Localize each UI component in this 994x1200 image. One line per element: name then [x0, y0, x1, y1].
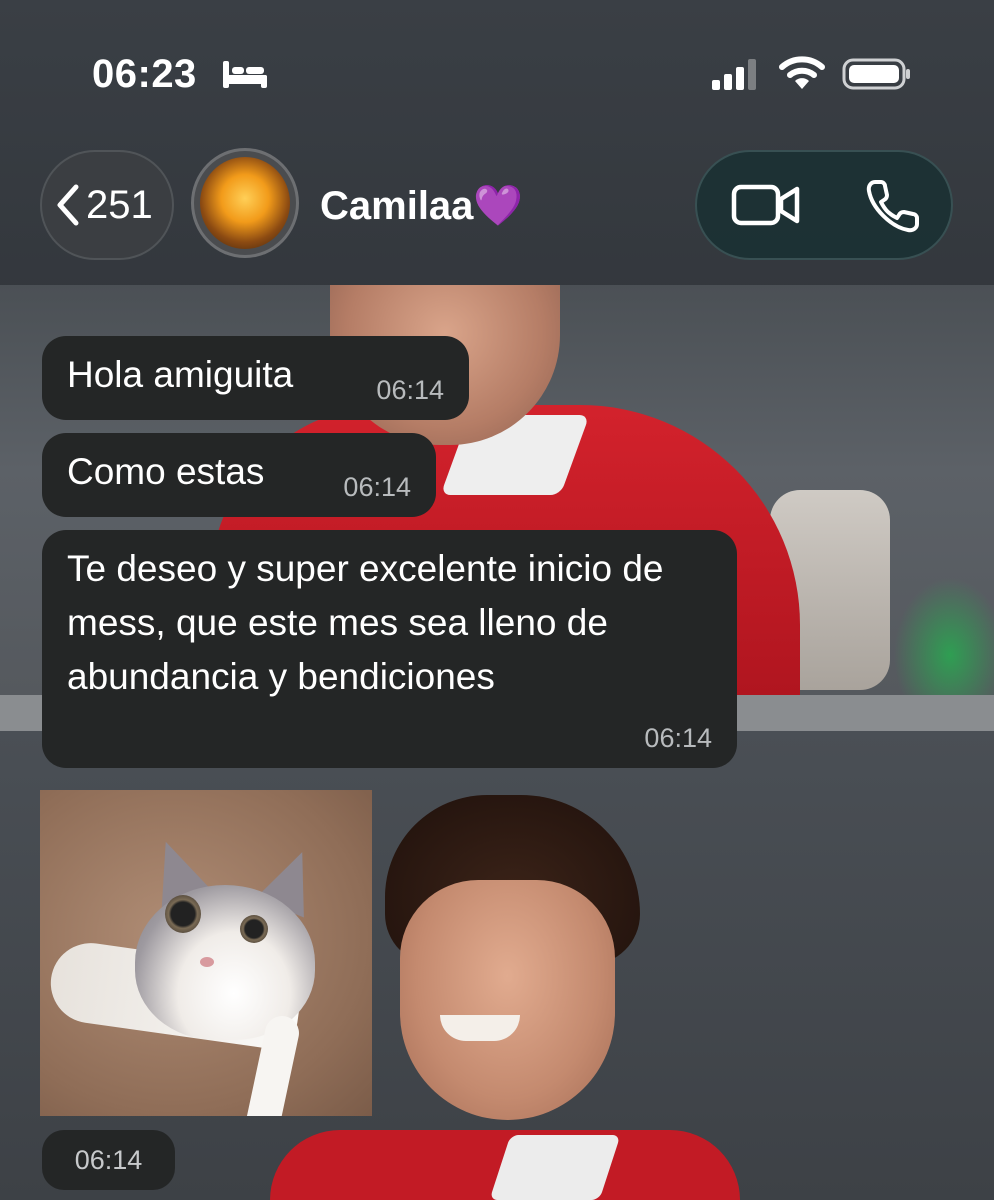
battery-icon — [842, 58, 910, 90]
message-bubble[interactable]: Como estas 06:14 — [42, 433, 436, 517]
chat-header: 251 Camilaa💜 — [0, 140, 994, 285]
signal-icon — [712, 59, 756, 90]
bed-icon — [223, 61, 267, 88]
contact-avatar[interactable] — [191, 148, 299, 258]
message-text: Como estas — [67, 451, 265, 492]
contact-name[interactable]: Camilaa💜 — [320, 182, 523, 229]
status-time: 06:23 — [92, 52, 197, 96]
cat-nose — [200, 957, 214, 967]
wallpaper-collar-bottom — [489, 1135, 621, 1200]
message-bubble[interactable]: Hola amiguita 06:14 — [42, 336, 469, 420]
call-actions — [695, 150, 953, 260]
message-time: 06:14 — [644, 723, 712, 753]
back-button[interactable]: 251 — [40, 150, 174, 260]
status-bar: 06:23 — [0, 0, 994, 140]
photo-message[interactable] — [40, 790, 372, 1116]
wifi-icon — [779, 56, 825, 89]
message-time: 06:14 — [343, 472, 411, 502]
avatar-image — [200, 157, 290, 249]
wallpaper-face-bottom — [400, 880, 615, 1120]
video-call-icon[interactable] — [731, 182, 801, 228]
cat-eye — [165, 895, 201, 933]
photo-time: 06:14 — [42, 1130, 175, 1190]
cat-eye — [240, 915, 268, 943]
chevron-left-icon — [57, 184, 79, 226]
message-time: 06:14 — [376, 375, 444, 405]
message-text: Te deseo y super excelente inicio de mes… — [67, 548, 664, 697]
unread-count: 251 — [86, 182, 153, 227]
message-bubble[interactable]: Te deseo y super excelente inicio de mes… — [42, 530, 737, 768]
message-text: Hola amiguita — [67, 354, 294, 395]
phone-icon[interactable] — [865, 178, 921, 234]
